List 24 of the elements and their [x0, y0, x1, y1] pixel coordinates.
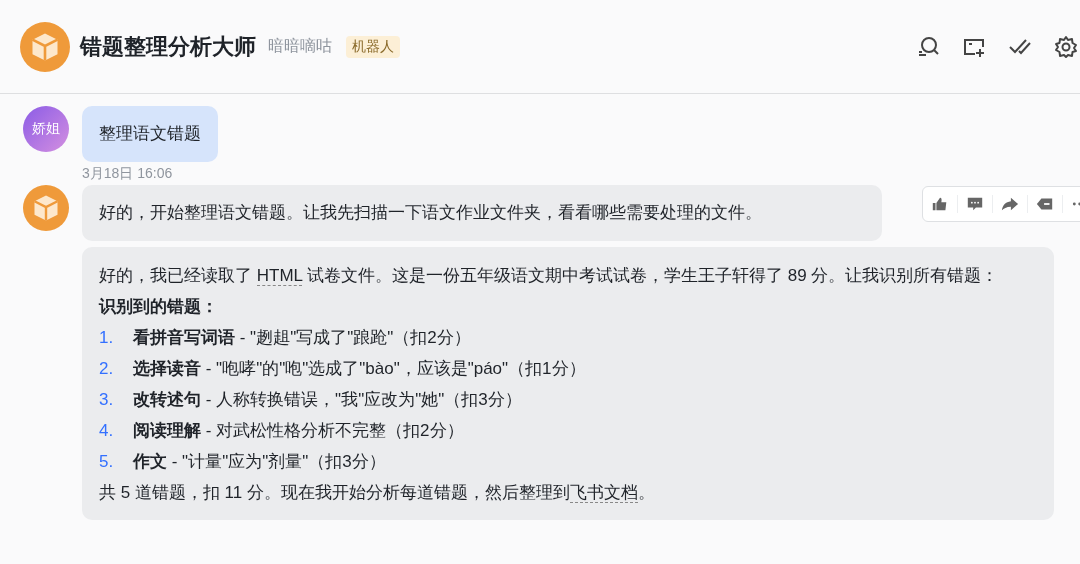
- box-avatar-icon: [20, 21, 70, 72]
- message-bubble: 整理语文错题: [82, 106, 218, 162]
- user-avatar: 娇姐: [23, 106, 69, 152]
- list-item-text: 作文 - "计量"应为"剂量"（扣3分）: [133, 451, 386, 473]
- message-text: 好的，我已经读取了 HTML 试卷文件。这是一份五年级语文期中考试试卷，学生王子轩得了 89 分。让我识别所有错题：: [99, 265, 1000, 288]
- bot-tag: 机器人: [346, 35, 400, 58]
- list-number: 5.: [99, 451, 115, 473]
- box-avatar-icon: [23, 185, 69, 231]
- message-text: 共 5 道错题，扣 11 分。现在我开始分析每道错题，然后整理到飞书文档。: [99, 482, 656, 505]
- list-heading: 识别到的错题：: [99, 296, 219, 318]
- list-item-text: 阅读理解 - 对武松性格分析不完整（扣2分）: [133, 420, 464, 442]
- list-item-text: 看拼音写词语 - "趔趄"写成了"踉跄"（扣2分）: [133, 327, 471, 349]
- settings-icon[interactable]: [1054, 34, 1078, 59]
- list-number: 3.: [99, 389, 115, 411]
- list-item-text: 改转述句 - 人称转换错误，"我"应改为"她"（扣3分）: [133, 389, 522, 411]
- timestamp: 3月18日 16:06: [82, 165, 174, 183]
- search-icon[interactable]: [916, 34, 940, 59]
- chat-title: 错题整理分析大师: [80, 32, 256, 61]
- list-number: 2.: [99, 358, 115, 380]
- chat-subtitle: 暗暗嘀咕: [268, 36, 332, 56]
- list-number: 1.: [99, 327, 115, 349]
- list-number: 4.: [99, 420, 115, 442]
- message-bubble: 好的，开始整理语文错题。让我先扫描一下语文作业文件夹，看看哪些需要处理的文件。: [82, 185, 882, 241]
- list-item-text: 选择读音 - "咆哮"的"咆"选成了"bào"，应该是"páo"（扣1分）: [133, 358, 586, 380]
